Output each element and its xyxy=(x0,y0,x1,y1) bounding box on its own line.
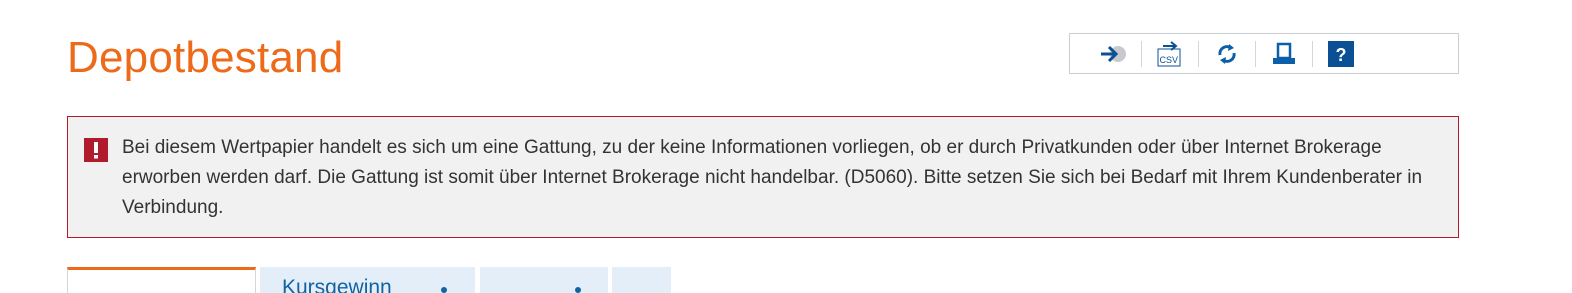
action-toolbar: CSV ? xyxy=(1069,33,1459,74)
toolbar-divider xyxy=(1198,40,1199,67)
help-icon: ? xyxy=(1328,40,1354,67)
error-alert: Bei diesem Wertpapier handelt es sich um… xyxy=(67,116,1459,238)
toolbar-divider xyxy=(1141,40,1142,67)
tab-overview[interactable] xyxy=(67,267,256,293)
csv-export-icon: CSV xyxy=(1157,40,1181,66)
help-button[interactable]: ? xyxy=(1326,40,1356,67)
login-arrow-icon xyxy=(1101,45,1126,62)
tab-third[interactable] xyxy=(480,267,608,293)
csv-export-button[interactable]: CSV xyxy=(1155,40,1185,67)
page-title: Depotbestand xyxy=(67,33,344,82)
tab-kursgewinn[interactable]: Kursgewinn xyxy=(260,267,475,293)
alert-message: Bei diesem Wertpapier handelt es sich um… xyxy=(122,137,1423,218)
tab-dot xyxy=(441,287,447,293)
login-arrow-button[interactable] xyxy=(1098,41,1128,67)
csv-icon-label: CSV xyxy=(1160,55,1179,65)
toolbar-divider xyxy=(1312,40,1313,67)
tab-label: Kursgewinn xyxy=(282,276,392,293)
tab-fourth[interactable] xyxy=(612,267,671,293)
print-button[interactable] xyxy=(1269,41,1299,67)
alert-exclamation-icon xyxy=(84,138,108,162)
refresh-icon xyxy=(1218,43,1236,64)
tab-dot xyxy=(575,287,581,293)
toolbar-divider xyxy=(1255,40,1256,67)
help-icon-label: ? xyxy=(1336,45,1347,65)
refresh-button[interactable] xyxy=(1212,41,1242,67)
print-icon xyxy=(1273,42,1295,64)
